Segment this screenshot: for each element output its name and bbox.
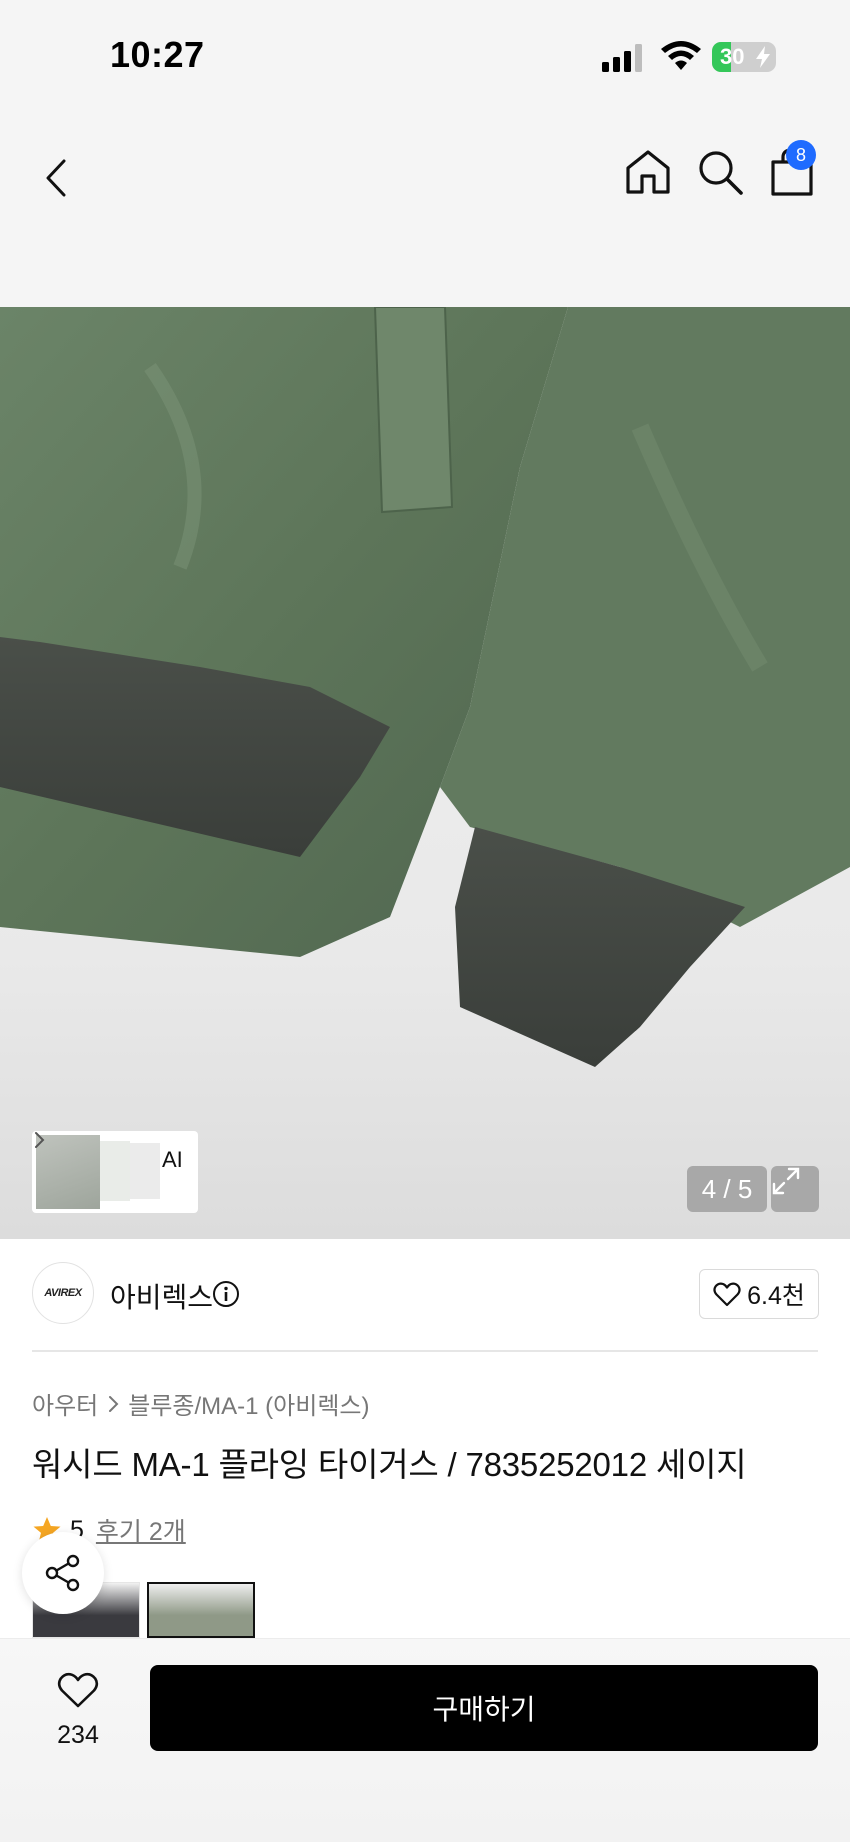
info-icon[interactable] (212, 1280, 240, 1308)
home-icon (626, 150, 670, 194)
ai-thumbnail-strip[interactable]: AI (32, 1131, 198, 1213)
charging-bolt-icon (756, 46, 770, 68)
cart-count-badge: 8 (786, 140, 816, 170)
share-button[interactable] (22, 1532, 104, 1614)
breadcrumb-subcategory[interactable]: 블루종/MA-1 (아비렉스) (128, 1386, 369, 1421)
image-page-counter: 4 / 5 (687, 1166, 767, 1212)
breadcrumb-category[interactable]: 아우터 (32, 1386, 98, 1421)
wishlist-count: 234 (57, 1721, 99, 1749)
battery-percent: 30 (720, 44, 745, 69)
wishlist-button[interactable]: 234 (38, 1671, 118, 1771)
buy-button[interactable]: 구매하기 (150, 1665, 818, 1751)
search-icon (699, 151, 743, 195)
product-image-gallery[interactable]: AI 4 / 5 (0, 307, 850, 1239)
brand-logo-text: AVIREX (44, 1287, 82, 1299)
heart-icon (57, 1672, 99, 1708)
expand-icon (772, 1167, 800, 1195)
thumbnail-image (130, 1143, 160, 1199)
brand-like-count: 6.4천 (747, 1282, 805, 1310)
brand-logo[interactable]: AVIREX (32, 1262, 94, 1324)
wifi-icon (661, 41, 701, 70)
share-icon (45, 1554, 80, 1592)
status-bar: 10:27 30 (0, 0, 850, 110)
product-detail-screen: 10:27 30 8 AI 4 / 5 AVIREX 아비렉스 6.4천 아우터… (0, 0, 850, 1842)
breadcrumb: 아우터 블루종/MA-1 (아비렉스) (32, 1386, 369, 1421)
battery-indicator: 30 (712, 42, 776, 72)
search-button[interactable] (694, 146, 746, 198)
status-time: 10:27 (110, 34, 205, 75)
chevron-right-icon (109, 1395, 119, 1412)
ai-label: AI (162, 1147, 183, 1172)
thumbnail-image (100, 1141, 130, 1201)
heart-icon (713, 1282, 741, 1307)
chevron-left-icon (46, 159, 66, 197)
brand-name[interactable]: 아비렉스 (110, 1276, 213, 1316)
color-option-sage[interactable] (147, 1582, 255, 1638)
review-link[interactable]: 후기 2개 (96, 1512, 186, 1548)
brand-like-button[interactable]: 6.4천 (699, 1269, 819, 1319)
bottom-action-bar: 234 구매하기 (0, 1638, 850, 1842)
back-button[interactable] (36, 148, 76, 208)
product-photo (0, 307, 850, 1067)
cellular-signal-icon (602, 44, 642, 72)
chevron-right-icon (35, 1132, 45, 1148)
top-navigation-bar: 8 (0, 110, 850, 307)
home-button[interactable] (622, 146, 674, 198)
product-title: 워시드 MA-1 플라잉 타이거스 / 7835252012 세이지 (32, 1446, 747, 1483)
fullscreen-button[interactable] (771, 1166, 819, 1212)
section-divider (32, 1350, 818, 1352)
